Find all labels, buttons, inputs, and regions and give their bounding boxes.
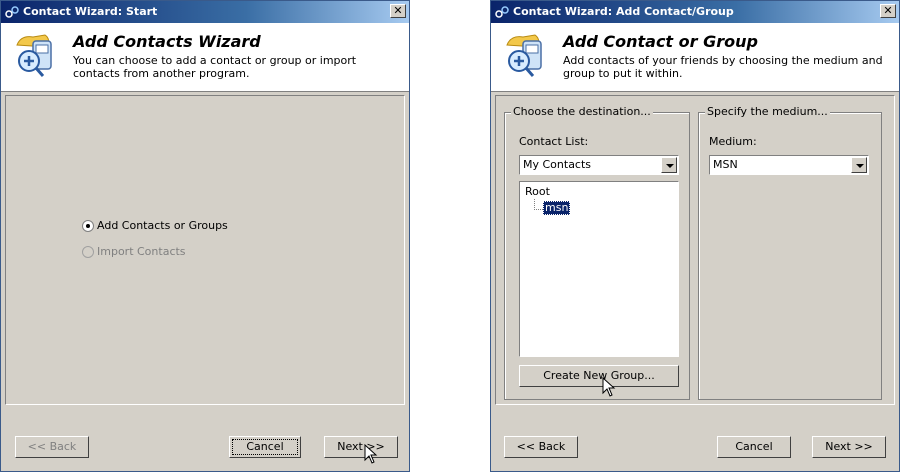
medium-group-label: Specify the medium... [705, 105, 830, 118]
radio-add-contacts[interactable]: Add Contacts or Groups [82, 219, 228, 235]
group-tree[interactable]: Root msn [519, 181, 679, 357]
next-button[interactable]: Next >> [812, 436, 886, 458]
header-description: You can choose to add a contact or group… [73, 54, 357, 80]
next-button[interactable]: Next >> [324, 436, 398, 458]
contact-wizard-icon [5, 6, 19, 18]
wizard-add-contact-window: Contact Wizard: Add Contact/Group ✕ Add … [490, 0, 900, 472]
back-button[interactable]: << Back [15, 436, 89, 458]
contact-wizard-icon [495, 6, 509, 18]
chevron-down-icon[interactable] [851, 157, 867, 173]
medium-groupbox: Specify the medium... Medium: MSN [698, 105, 882, 400]
arrow-cursor-icon [602, 377, 616, 397]
options-panel: Add Contacts or Groups Import Contacts [5, 95, 405, 405]
add-contact-icon [16, 34, 52, 77]
title-bar[interactable]: Contact Wizard: Add Contact/Group ✕ [491, 1, 899, 23]
create-group-button[interactable]: Create New Group... [519, 365, 679, 387]
close-button[interactable]: ✕ [880, 4, 896, 18]
medium-value: MSN [713, 158, 738, 171]
radio-label: Add Contacts or Groups [97, 219, 228, 232]
add-contact-icon [506, 34, 542, 77]
chevron-down-icon[interactable] [661, 157, 677, 173]
header-title: Add Contact or Group [563, 32, 758, 51]
back-button[interactable]: << Back [504, 436, 578, 458]
tree-connector [534, 209, 543, 210]
medium-select[interactable]: MSN [709, 155, 869, 175]
contact-list-select[interactable]: My Contacts [519, 155, 679, 175]
wizard-start-window: Contact Wizard: Start ✕ Add Contacts Wiz… [0, 0, 410, 472]
window-title: Contact Wizard: Add Contact/Group [513, 5, 734, 18]
close-button[interactable]: ✕ [390, 4, 406, 18]
tree-node-selected[interactable]: msn [543, 201, 571, 215]
cancel-button[interactable]: Cancel [229, 436, 301, 458]
title-bar[interactable]: Contact Wizard: Start ✕ [1, 1, 409, 23]
radio-button [82, 246, 94, 258]
tree-root-node[interactable]: Root [525, 185, 550, 198]
arrow-cursor-icon [364, 444, 378, 464]
medium-label: Medium: [709, 135, 757, 148]
radio-label: Import Contacts [97, 245, 186, 258]
window-title: Contact Wizard: Start [23, 5, 158, 18]
header-description: Add contacts of your friends by choosing… [563, 54, 883, 80]
header-title: Add Contacts Wizard [73, 32, 261, 51]
wizard-header: Add Contact or Group Add contacts of you… [491, 23, 899, 92]
destination-groupbox: Choose the destination... Contact List: … [504, 105, 690, 400]
destination-group-label: Choose the destination... [511, 105, 653, 118]
radio-import-contacts: Import Contacts [82, 245, 186, 261]
contact-list-value: My Contacts [523, 158, 592, 171]
options-panel: Choose the destination... Contact List: … [495, 95, 895, 405]
cancel-button[interactable]: Cancel [717, 436, 791, 458]
wizard-header: Add Contacts Wizard You can choose to ad… [1, 23, 409, 92]
contact-list-label: Contact List: [519, 135, 589, 148]
radio-button[interactable] [82, 220, 94, 232]
